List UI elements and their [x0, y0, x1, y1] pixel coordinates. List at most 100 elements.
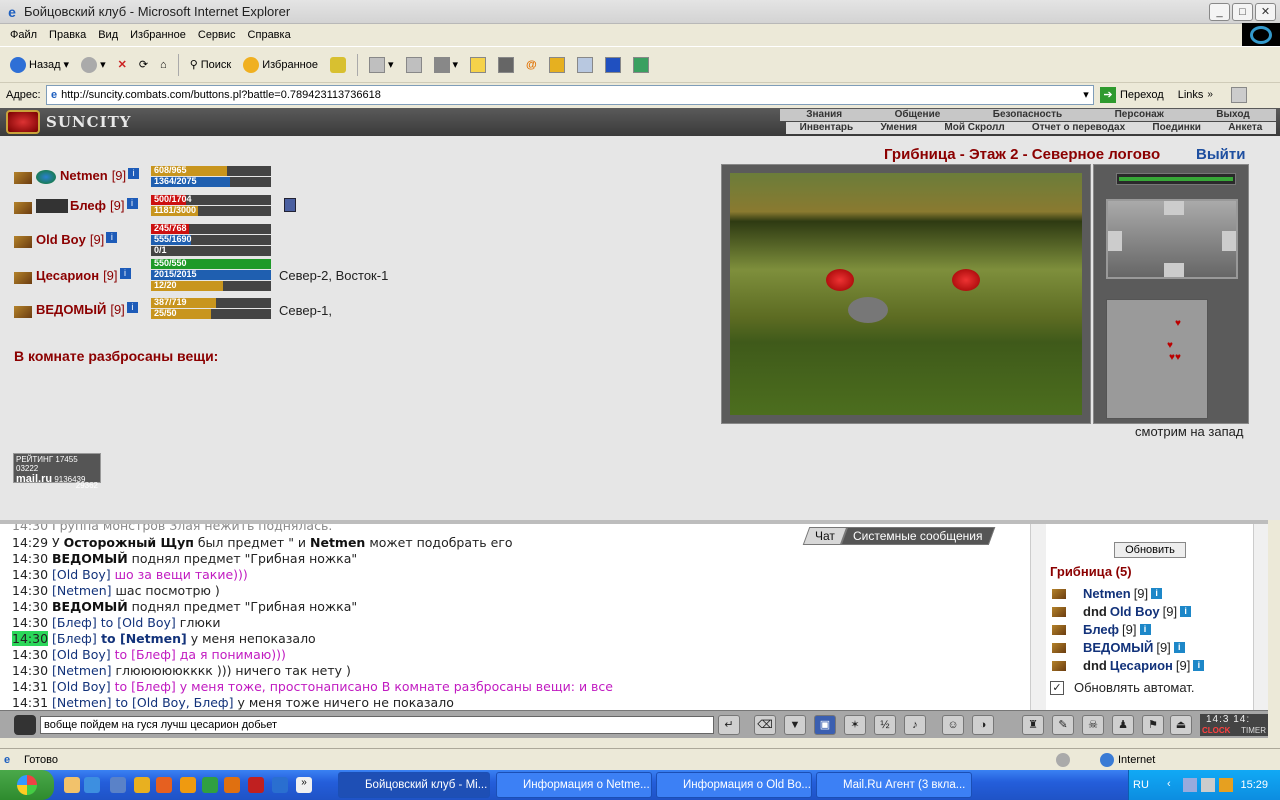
taskbar-item[interactable]: Бойцовский клуб - Mi... [338, 772, 490, 798]
player-list-item[interactable]: dnd Цесарион [9] i [1052, 658, 1205, 673]
avatar[interactable] [14, 715, 36, 735]
taskbar-item[interactable]: Информация о Netme... [496, 772, 652, 798]
nav-inventory[interactable]: Инвентарь [800, 122, 854, 134]
team-member[interactable]: Цесарион [9] i [14, 268, 131, 284]
skull-button[interactable]: ☠ [1082, 715, 1104, 735]
sound-button[interactable]: ♪ [904, 715, 926, 735]
ie-icon[interactable] [84, 777, 100, 793]
chat-input[interactable] [40, 716, 714, 734]
info-icon[interactable]: i [1139, 624, 1151, 635]
history-button[interactable] [326, 55, 350, 75]
walk-button[interactable]: ✶ [844, 715, 866, 735]
player-name[interactable]: [Netmen] [52, 695, 112, 710]
player-name[interactable]: [Блеф] [52, 631, 97, 646]
nav-knowledge[interactable]: Знания [806, 109, 842, 121]
edit-button[interactable]: ▾ [430, 55, 463, 75]
arrow-right-icon[interactable] [1222, 231, 1236, 251]
team-member-name[interactable]: Блеф [70, 198, 106, 213]
team-member-name[interactable]: ВЕДОМЫЙ [36, 302, 106, 317]
player-name[interactable]: Цесарион [1110, 658, 1173, 673]
group-button[interactable]: ♟ [1112, 715, 1134, 735]
nav-security[interactable]: Безопасность [993, 109, 1062, 121]
monster-icon[interactable] [826, 269, 854, 291]
nav-my-scroll[interactable]: Мой Скролл [944, 122, 1004, 134]
message-time[interactable]: 14:30 [12, 631, 49, 646]
info-icon[interactable]: i [1180, 606, 1192, 617]
folder-icon[interactable] [64, 777, 80, 793]
notes-button[interactable] [466, 55, 490, 75]
private-recipient[interactable]: to [Netmen] [97, 631, 187, 646]
info-icon[interactable]: i [1151, 588, 1163, 599]
player-list-scrollbar[interactable] [1253, 524, 1268, 710]
language-indicator[interactable]: RU [1133, 779, 1149, 791]
menu-edit[interactable]: Правка [43, 29, 92, 41]
team-member[interactable]: Netmen [9] i [14, 168, 140, 184]
menu-help[interactable]: Справка [242, 29, 297, 41]
print-button[interactable] [402, 55, 426, 75]
nav-character[interactable]: Персонаж [1115, 109, 1164, 121]
tool-button[interactable] [494, 55, 518, 75]
team-member-name[interactable]: Цесарион [36, 268, 99, 283]
app-icon[interactable] [272, 777, 288, 793]
message-time[interactable]: 14:29 [12, 535, 48, 550]
exit-button[interactable]: ⏏ [1170, 715, 1192, 735]
nav-exit[interactable]: Выход [1216, 109, 1249, 121]
compass[interactable] [1106, 199, 1238, 279]
menu-file[interactable]: Файл [4, 29, 43, 41]
back-button[interactable]: Назад ▾ [6, 55, 73, 75]
clear-button[interactable]: ⌫ [754, 715, 776, 735]
filter-button[interactable]: ▼ [784, 715, 806, 735]
message-time[interactable]: 14:30 [12, 663, 48, 678]
mailru-counter[interactable]: РЕЙТИНГ 17455 03222 mail.ru 9136439 2936… [13, 453, 101, 490]
team-member[interactable]: ВЕДОМЫЙ [9] i [14, 302, 138, 318]
player-name[interactable]: [Old Boy] [52, 567, 111, 582]
app-icon[interactable] [202, 777, 218, 793]
chat-scrollbar[interactable] [1030, 524, 1046, 710]
app-icon[interactable] [134, 777, 150, 793]
start-button[interactable] [0, 770, 54, 800]
privacy-icon[interactable] [1056, 752, 1070, 767]
url-field[interactable]: e http://suncity.combats.com/buttons.pl?… [46, 84, 1094, 105]
chevron-right-icon[interactable]: » [1207, 89, 1213, 100]
bag-button[interactable]: ♜ [1022, 715, 1044, 735]
message-time[interactable]: 14:30 [12, 647, 48, 662]
exit-link[interactable]: Выйти [1196, 146, 1245, 163]
info-icon[interactable]: i [1193, 660, 1205, 671]
menu-tools[interactable]: Сервис [192, 29, 242, 41]
auto-refresh-option[interactable]: ✓ Обновлять автомат. [1050, 680, 1194, 695]
monster-icon[interactable] [848, 297, 888, 323]
team-member-name[interactable]: Old Boy [36, 232, 86, 247]
app-icon[interactable] [248, 777, 264, 793]
scroll-button[interactable]: ✎ [1052, 715, 1074, 735]
url-text[interactable]: http://suncity.combats.com/buttons.pl?ba… [61, 89, 381, 101]
extra-button[interactable] [629, 55, 653, 75]
tab-system-messages[interactable]: Системные сообщения [840, 527, 995, 545]
message-time[interactable]: 14:30 [12, 567, 48, 582]
chat-mode-button[interactable]: ◑ [972, 715, 994, 735]
mailru-button[interactable]: @ [522, 57, 541, 73]
taskbar-item[interactable]: Информация о Old Bo... [656, 772, 812, 798]
message-time[interactable]: 14:30 [12, 599, 48, 614]
player-name[interactable]: ВЕДОМЫЙ [52, 599, 128, 614]
mailru-icon[interactable] [156, 777, 172, 793]
info-icon[interactable]: i [119, 268, 131, 279]
favorites-button[interactable]: Избранное [239, 55, 322, 75]
clock-timer[interactable]: 14:3 14: CLOCK TIMER [1200, 714, 1268, 736]
monster-icon[interactable] [952, 269, 980, 291]
chevron-left-icon[interactable]: ‹ [1167, 778, 1171, 790]
tray-icon[interactable] [1201, 778, 1215, 792]
links-button[interactable]: Links [1178, 89, 1204, 101]
scene-view[interactable] [730, 173, 1082, 415]
player-list-item[interactable]: Блеф [9] i [1052, 622, 1151, 637]
player-name[interactable]: ВЕДОМЫЙ [52, 551, 128, 566]
stop-button[interactable]: ✕ [114, 56, 131, 73]
team-member[interactable]: Блеф [9] i [14, 198, 138, 214]
close-button[interactable]: ✕ [1255, 3, 1276, 21]
nav-skills[interactable]: Умения [880, 122, 917, 134]
info-icon[interactable]: i [126, 198, 138, 209]
player-name[interactable]: [Old Boy] [52, 647, 111, 662]
message-time[interactable]: 14:30 [12, 551, 48, 566]
menu-favorites[interactable]: Избранное [124, 29, 192, 41]
arrow-left-icon[interactable] [1108, 231, 1122, 251]
nav-duels[interactable]: Поединки [1152, 122, 1201, 134]
